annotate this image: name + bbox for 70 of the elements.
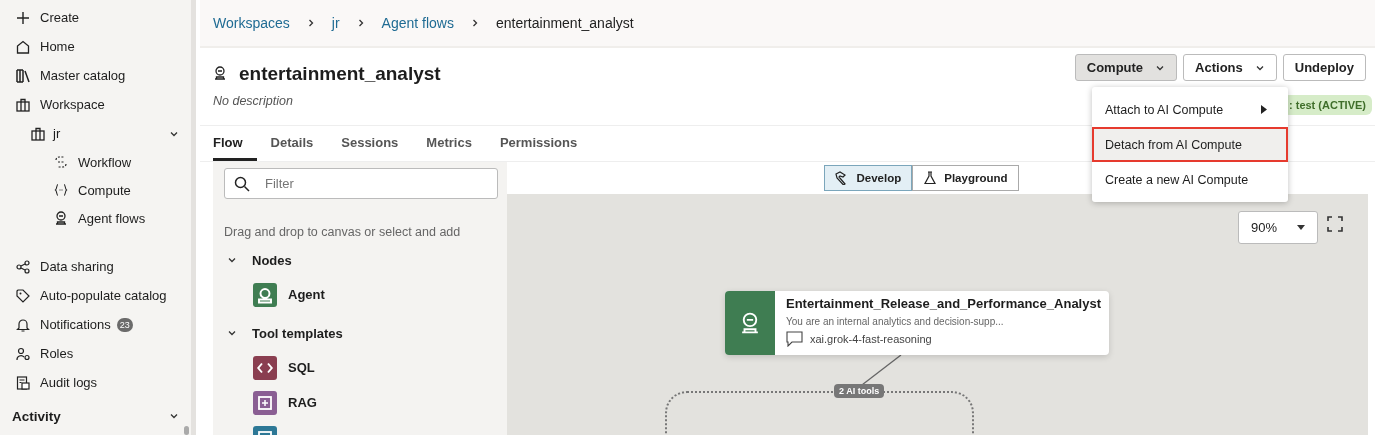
sidebar-item[interactable]: Master catalog xyxy=(0,61,191,90)
palette-item[interactable]: RAG xyxy=(288,395,317,410)
breadcrumb-link[interactable]: Workspaces xyxy=(213,15,290,31)
sidebar-item[interactable]: Data sharing xyxy=(0,252,191,281)
group-header[interactable]: Tool templates xyxy=(224,316,498,350)
sidebar-item[interactable]: Compute xyxy=(0,176,191,204)
node-description: You are an internal analytics and decision-supp... xyxy=(786,316,1005,327)
tool-icon[interactable] xyxy=(253,390,277,415)
breadcrumb-current: entertainment_analyst xyxy=(495,15,634,31)
agent-node[interactable]: Entertainment_Release_and_Performance_Analyst You are an internal analytics and decision-supp... xai.grok-4-fast-reasoning xyxy=(725,291,1110,355)
tag-icon xyxy=(16,288,30,303)
sidebar-item[interactable]: Create xyxy=(0,3,191,32)
description-text: No description xyxy=(213,94,294,108)
flask-icon xyxy=(923,171,938,185)
sidebar-item[interactable]: Agent flows xyxy=(0,204,191,232)
breadcrumb-link[interactable]: jr xyxy=(331,15,340,31)
palette-item[interactable]: Agent xyxy=(288,287,325,302)
tool-icon[interactable] xyxy=(253,355,277,380)
people-icon xyxy=(16,346,30,361)
mode-toggle[interactable]: Playground xyxy=(912,165,1019,191)
tab[interactable]: Details xyxy=(270,126,328,161)
sidebar-item[interactable]: Workflow xyxy=(0,148,191,176)
mode-toggle[interactable]: Develop xyxy=(824,165,913,191)
sidebar-item[interactable]: Auto-populate catalog xyxy=(0,281,191,310)
sidebar-item[interactable]: Notifications 23 xyxy=(0,310,191,339)
menu-item[interactable]: Detach from AI Compute xyxy=(1092,127,1288,162)
briefcase-icon xyxy=(16,97,30,112)
hint-text: Drag and drop to canvas or select and add xyxy=(224,225,462,239)
tab[interactable]: Metrics xyxy=(426,126,486,161)
bell-icon xyxy=(16,317,30,332)
count-badge: 23 xyxy=(116,317,133,332)
robot-icon xyxy=(54,211,68,225)
tab[interactable]: Sessions xyxy=(341,126,413,161)
caret-icon xyxy=(1297,225,1305,230)
briefcase-icon xyxy=(31,126,45,141)
sidebar-item[interactable]: Roles xyxy=(0,339,191,368)
sidebar-item[interactable]: Home xyxy=(0,32,191,61)
fullscreen-icon[interactable] xyxy=(1327,216,1343,232)
robot-icon xyxy=(739,312,761,334)
breadcrumb-link[interactable]: Agent flows xyxy=(381,15,454,31)
filter-field[interactable]: Filter xyxy=(224,168,498,199)
document-icon xyxy=(16,375,30,390)
palette-item[interactable]: SQL xyxy=(288,360,315,375)
sidebar-item[interactable]: Audit logs xyxy=(0,368,191,397)
node-title: Entertainment_Release_and_Performance_Analyst xyxy=(786,296,1102,311)
plus-icon xyxy=(16,10,30,25)
tab[interactable]: Permissions xyxy=(499,126,592,161)
header-button[interactable]: Compute xyxy=(1074,54,1178,81)
share-icon xyxy=(16,259,30,274)
workflow-icon xyxy=(54,155,68,169)
chevron-icon[interactable] xyxy=(169,411,179,421)
sidebar-item[interactable]: Workspace xyxy=(0,90,191,119)
books-icon xyxy=(16,68,30,83)
header-button[interactable]: Actions xyxy=(1183,54,1277,81)
page-title: entertainment_analyst xyxy=(239,63,441,85)
menu-item[interactable]: Create a new AI Compute xyxy=(1092,162,1288,197)
group-header[interactable]: Nodes xyxy=(224,243,498,277)
tool-icon[interactable] xyxy=(253,282,277,307)
scrollbar-thumb[interactable] xyxy=(184,426,189,435)
braces-icon xyxy=(54,183,68,197)
model-name: xai.grok-4-fast-reasoning xyxy=(810,333,932,345)
zoom-select[interactable]: 90% xyxy=(1238,211,1318,244)
section-header[interactable]: Activity xyxy=(0,399,191,433)
chat-bubble-icon xyxy=(786,331,803,347)
robot-icon xyxy=(213,66,227,80)
header-button[interactable]: Undeploy xyxy=(1282,54,1366,81)
home-icon xyxy=(16,39,30,54)
sidebar-item[interactable]: jr xyxy=(0,119,191,148)
caret-icon xyxy=(1261,105,1267,114)
connector-label: 2 AI tools xyxy=(834,384,885,398)
